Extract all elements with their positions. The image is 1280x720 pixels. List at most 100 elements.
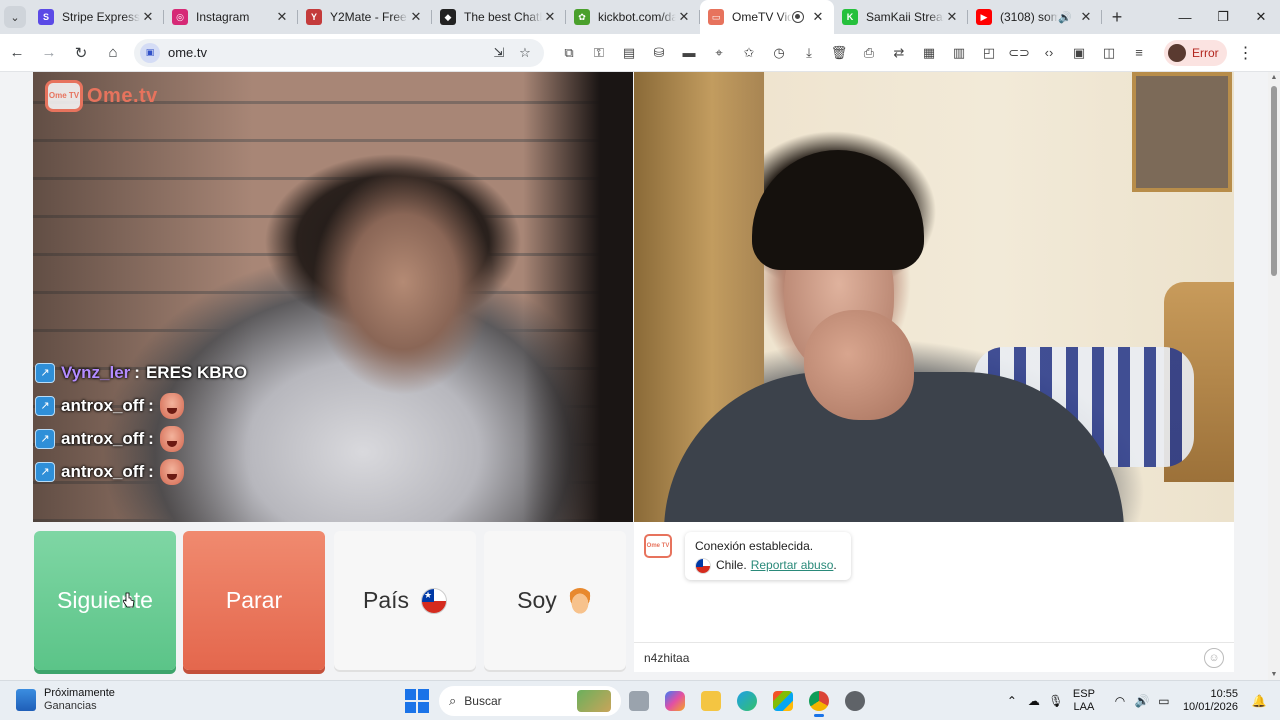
news-widget[interactable]: Próximamente Ganancias — [16, 687, 115, 713]
close-icon[interactable]: ✕ — [676, 9, 692, 25]
history-icon[interactable]: ◷ — [764, 38, 794, 68]
minimize-button[interactable]: — — [1166, 0, 1204, 34]
next-button[interactable]: Siguiente — [34, 531, 176, 670]
address-bar[interactable]: ▣ ome.tv ⇲ ☆ — [134, 38, 544, 67]
close-icon[interactable]: ✕ — [810, 9, 826, 25]
site-info-icon[interactable]: ▣ — [140, 42, 160, 63]
favorites-icon[interactable]: ✩ — [734, 38, 764, 68]
file-explorer-icon[interactable] — [693, 685, 729, 717]
notifications-icon[interactable]: 🔔 — [1248, 694, 1270, 708]
chat-separator: : — [134, 362, 140, 382]
page-scrollbar[interactable]: ▲ ▼ — [1268, 72, 1280, 680]
forward-button[interactable]: → — [34, 38, 64, 68]
tab-youtube[interactable]: ▶ (3108) sombra 🔊 ✕ — [968, 0, 1102, 34]
install-app-icon[interactable]: ⇲ — [486, 45, 512, 61]
reading-mode-icon[interactable]: ▥ — [944, 38, 974, 68]
close-icon[interactable]: ✕ — [274, 9, 290, 25]
clock-time: 10:55 — [1210, 688, 1238, 700]
volume-icon[interactable]: 🔊 — [1131, 694, 1153, 708]
vault-icon[interactable]: ⛁ — [644, 38, 674, 68]
clock[interactable]: 10:55 10/01/2026 — [1183, 688, 1238, 714]
onedrive-icon[interactable]: ☁ — [1023, 694, 1045, 708]
key-icon[interactable]: ⚿ — [584, 38, 614, 68]
store-icon[interactable] — [765, 685, 801, 717]
chat-badge-icon: ↗ — [35, 461, 55, 482]
close-icon[interactable]: ✕ — [140, 9, 156, 25]
tab-chatbot[interactable]: ◆ The best ChatBot ✕ — [432, 0, 566, 34]
close-icon[interactable]: ✕ — [1078, 9, 1094, 25]
menu-icon[interactable]: ⋮ — [1231, 38, 1261, 68]
close-icon[interactable]: ✕ — [944, 9, 960, 25]
chat-message: ERES KBRO — [145, 362, 248, 382]
settings-icon[interactable] — [837, 685, 873, 717]
tab-samkaii[interactable]: K SamKaii Stream ✕ — [834, 0, 968, 34]
tab-title: SamKaii Stream — [866, 10, 944, 24]
cast-icon[interactable]: ◰ — [974, 38, 1004, 68]
wifi-icon[interactable]: ◠ — [1109, 694, 1131, 708]
home-button[interactable]: ⌂ — [98, 38, 128, 68]
window-close-button[interactable]: ✕ — [1242, 0, 1280, 34]
stop-button[interactable]: Parar — [183, 531, 325, 670]
windows-start-icon[interactable] — [405, 689, 429, 713]
country-button[interactable]: País — [334, 531, 476, 670]
translate-icon[interactable]: ⇄ — [884, 38, 914, 68]
extensions-icon[interactable]: ⧉ — [554, 38, 584, 68]
tab-stripe[interactable]: S Stripe Express ✕ — [30, 0, 164, 34]
new-tab-button[interactable]: + — [1102, 0, 1132, 34]
tab-y2mate[interactable]: Y Y2Mate - Free YouTube ✕ — [298, 0, 432, 34]
list-item: ↗ antrox_off : — [35, 455, 295, 488]
microphone-icon[interactable]: 🎙 — [1045, 694, 1067, 708]
copilot-icon[interactable] — [657, 685, 693, 717]
task-view-icon[interactable] — [621, 685, 657, 717]
chevron-up-icon[interactable]: ⌃ — [1001, 694, 1023, 708]
close-icon[interactable]: ✕ — [408, 9, 424, 25]
close-icon[interactable]: ✕ — [542, 9, 558, 25]
split-icon[interactable]: ◫ — [1094, 38, 1124, 68]
tab-title: The best ChatBot — [464, 10, 542, 24]
taskbar-search[interactable]: ⌕ Buscar — [439, 686, 621, 716]
maximize-button[interactable]: ❐ — [1204, 0, 1242, 34]
connection-status: Conexión establecida. — [695, 539, 814, 553]
code-icon[interactable]: ‹› — [1034, 38, 1064, 68]
reader-icon[interactable]: ▤ — [614, 38, 644, 68]
profile-error-button[interactable]: Error — [1164, 39, 1227, 66]
language-indicator[interactable]: ESP LAA — [1073, 688, 1095, 714]
location-icon[interactable]: ⌖ — [704, 38, 734, 68]
audio-icon[interactable]: 🔊 — [1058, 11, 1072, 24]
edge-icon[interactable] — [729, 685, 765, 717]
clock-date: 10/01/2026 — [1182, 701, 1238, 713]
back-button[interactable]: ← — [2, 38, 32, 68]
playlist-icon[interactable]: ≡ — [1124, 38, 1154, 68]
tab-ometv[interactable]: ▭ OmeTV Video Chat ✕ — [700, 0, 834, 34]
tab-search-button[interactable]: ⌄ — [0, 0, 30, 34]
link-icon[interactable]: ⊂⊃ — [1004, 38, 1034, 68]
trash-icon[interactable]: 🗑 — [824, 38, 854, 68]
chat-message-input[interactable] — [644, 650, 1204, 665]
qr-icon[interactable]: ▦ — [914, 38, 944, 68]
chat-badge-icon: ↗ — [35, 428, 55, 449]
emote-icon — [159, 425, 184, 452]
window-controls: — ❐ ✕ — [1166, 0, 1280, 34]
print-icon[interactable]: ⎙ — [854, 38, 884, 68]
local-video — [634, 72, 1234, 522]
tab-title: OmeTV Video Chat — [732, 10, 792, 24]
url-text[interactable]: ome.tv — [168, 45, 486, 60]
reload-button[interactable]: ↻ — [66, 38, 96, 68]
tab-kickbot[interactable]: ✿ kickbot.com/dashboard ✕ — [566, 0, 700, 34]
chat-username: antrox_off — [61, 428, 145, 448]
emoji-icon[interactable]: ☺ — [1204, 647, 1224, 668]
avatar — [1168, 43, 1186, 62]
scroll-down-icon[interactable]: ▼ — [1268, 671, 1280, 678]
scroll-up-icon[interactable]: ▲ — [1268, 74, 1280, 81]
card-icon[interactable]: ▬ — [674, 38, 704, 68]
battery-icon[interactable]: ▭ — [1153, 694, 1175, 708]
download-icon[interactable]: ⤓ — [794, 38, 824, 68]
bookmark-star-icon[interactable]: ☆ — [512, 45, 538, 61]
gender-button[interactable]: Soy — [484, 531, 626, 670]
tab-instagram[interactable]: ◎ Instagram ✕ — [164, 0, 298, 34]
panel-icon[interactable]: ▣ — [1064, 38, 1094, 68]
report-abuse-link[interactable]: Reportar abuso — [751, 556, 834, 575]
chrome-icon[interactable] — [801, 685, 837, 717]
scrollbar-thumb[interactable] — [1271, 86, 1277, 276]
tab-title: (3108) sombra — [1000, 10, 1059, 24]
